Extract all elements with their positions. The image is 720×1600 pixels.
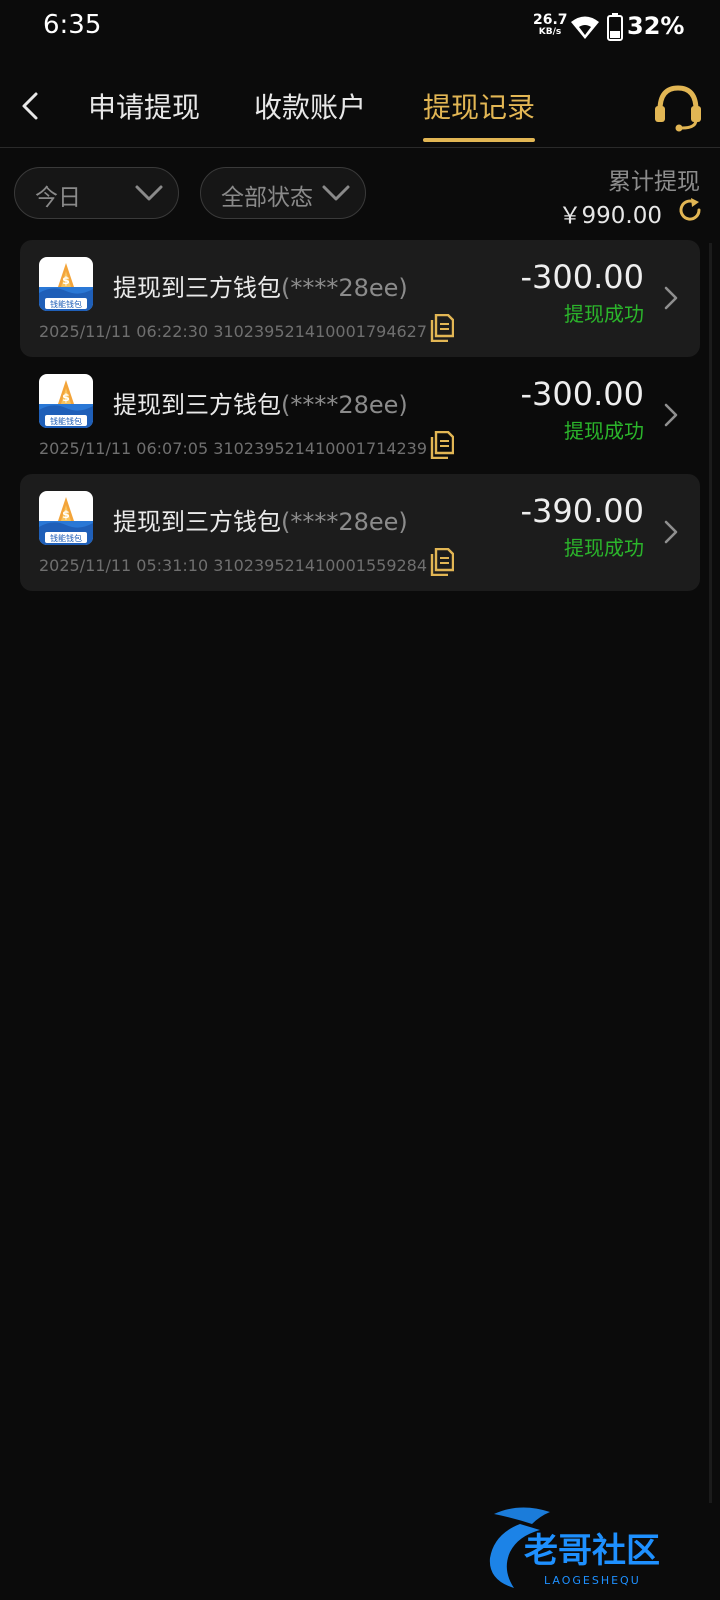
active-tab-indicator — [423, 138, 535, 142]
withdrawal-record-item[interactable]: $ 钱能钱包 提现到三方钱包(****28ee) 2025/11/11 06:0… — [20, 357, 700, 474]
top-navigation: 申请提现 收款账户 提现记录 — [0, 70, 720, 148]
wifi-icon — [571, 16, 599, 39]
svg-text:$: $ — [62, 274, 70, 287]
battery-icon — [607, 13, 623, 41]
record-title-text: 提现到三方钱包 — [113, 274, 281, 302]
wallet-logo-text: 钱能钱包 — [50, 299, 82, 309]
record-status: 提现成功 — [564, 302, 644, 326]
record-order-id: 310239521410001559284 — [213, 556, 428, 575]
record-order-id: 3102395214100017946​27 — [213, 322, 428, 341]
chevron-down-icon — [322, 185, 350, 201]
date-filter-dropdown[interactable]: 今日 — [14, 167, 179, 219]
status-time: 6:35 — [43, 10, 102, 40]
record-title: 提现到三方钱包(****28ee) — [113, 502, 408, 537]
network-speed-value: 26.7 — [533, 12, 568, 28]
copy-icon[interactable] — [430, 314, 454, 342]
record-title: 提现到三方钱包(****28ee) — [113, 268, 408, 303]
refresh-icon[interactable] — [676, 196, 704, 224]
battery-percentage: 32% — [627, 12, 685, 40]
wallet-app-logo: $ 钱能钱包 — [39, 257, 93, 311]
back-arrow-icon[interactable] — [14, 86, 46, 126]
customer-service-headset-icon[interactable] — [652, 82, 704, 132]
status-filter-label: 全部状态 — [221, 185, 313, 211]
record-amount: -390.00 — [520, 492, 644, 530]
wallet-app-logo: $ 钱能钱包 — [39, 374, 93, 428]
chevron-right-icon — [664, 286, 678, 310]
total-withdrawal-amount: ￥990.00 — [558, 203, 662, 229]
record-account: (****28ee) — [281, 274, 408, 302]
record-status: 提现成功 — [564, 419, 644, 443]
tab-withdrawal-records[interactable]: 提现记录 — [423, 86, 535, 126]
wallet-logo-text: 钱能钱包 — [50, 533, 82, 543]
chevron-right-icon — [664, 403, 678, 427]
record-title-text: 提现到三方钱包 — [113, 508, 281, 536]
copy-icon[interactable] — [430, 431, 454, 459]
record-status: 提现成功 — [564, 536, 644, 560]
record-title-text: 提现到三方钱包 — [113, 391, 281, 419]
copy-icon[interactable] — [430, 548, 454, 576]
tab-receiving-account[interactable]: 收款账户 — [254, 86, 366, 126]
scrollbar[interactable] — [709, 243, 712, 1503]
chevron-right-icon — [664, 520, 678, 544]
watermark-logo: 老哥社区 LAOGESHEQU — [489, 1507, 660, 1588]
wallet-logo-text: 钱能钱包 — [50, 416, 82, 426]
total-withdrawal-label: 累计提现 — [608, 169, 700, 195]
record-datetime: 2025/11/11 06:07:05 — [39, 439, 209, 458]
record-amount: -300.00 — [520, 375, 644, 413]
record-datetime: 2025/11/11 06:22:30 — [39, 322, 209, 341]
svg-text:$: $ — [62, 391, 70, 404]
svg-text:$: $ — [62, 508, 70, 521]
status-bar: 6:35 26.7 KB/s 32% — [0, 0, 720, 56]
watermark-subtext: LAOGESHEQU — [544, 1574, 641, 1587]
date-filter-label: 今日 — [35, 185, 81, 211]
record-account: (****28ee) — [281, 508, 408, 536]
status-filter-dropdown[interactable]: 全部状态 — [200, 167, 366, 219]
record-meta: 2025/11/11 05:31:10 31023952141000155928… — [39, 556, 427, 575]
chevron-down-icon — [135, 185, 163, 201]
tab-apply-withdrawal[interactable]: 申请提现 — [88, 86, 200, 126]
withdrawal-record-item[interactable]: $ 钱能钱包 提现到三方钱包(****28ee) 2025/11/11 05:3… — [20, 474, 700, 591]
record-meta: 2025/11/11 06:22:30 3102395214100017946​… — [39, 322, 427, 341]
withdrawal-record-item[interactable]: $ 钱能钱包 提现到三方钱包(****28ee) 2025/11/11 06:2… — [20, 240, 700, 357]
record-meta: 2025/11/11 06:07:05 31023952141000171423… — [39, 439, 427, 458]
record-order-id: 310239521410001714239 — [213, 439, 428, 458]
watermark-text: 老哥社区 — [524, 1531, 660, 1571]
network-speed: 26.7 KB/s — [533, 12, 568, 37]
record-datetime: 2025/11/11 05:31:10 — [39, 556, 209, 575]
wallet-app-logo: $ 钱能钱包 — [39, 491, 93, 545]
record-title: 提现到三方钱包(****28ee) — [113, 385, 408, 420]
record-account: (****28ee) — [281, 391, 408, 419]
network-speed-unit: KB/s — [538, 27, 562, 37]
record-amount: -300.00 — [520, 258, 644, 296]
